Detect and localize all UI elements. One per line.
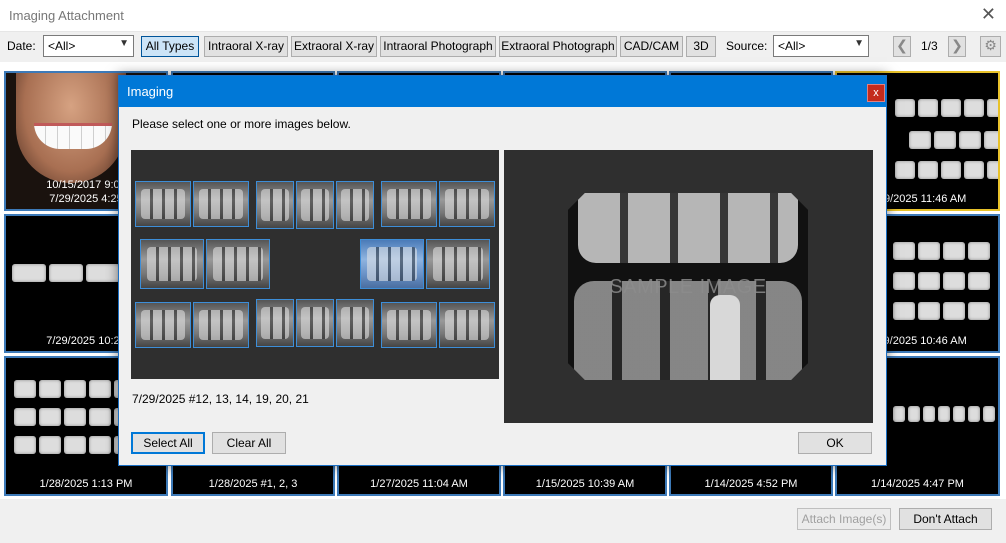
type-intraoral-xray-button[interactable]: Intraoral X-ray bbox=[204, 36, 288, 57]
tile-date: 1/14/2025 4:52 PM bbox=[704, 478, 798, 490]
image-preview-panel: SAMPLE IMAGE bbox=[504, 150, 873, 423]
filter-toolbar: Date: <All> ▼ All Types Intraoral X-ray … bbox=[0, 32, 1006, 62]
imaging-dialog: Imaging x Please select one or more imag… bbox=[118, 75, 887, 466]
prev-page-button[interactable]: ❮ bbox=[893, 36, 911, 57]
dialog-titlebar: Imaging x bbox=[119, 76, 886, 107]
sample-watermark: SAMPLE IMAGE bbox=[609, 276, 767, 298]
xray-preview: SAMPLE IMAGE bbox=[568, 193, 808, 380]
xray-thumbnail[interactable] bbox=[256, 181, 294, 229]
selected-image-caption: 7/29/2025 #12, 13, 14, 19, 20, 21 bbox=[132, 392, 309, 406]
tile-date: 1/15/2025 10:39 AM bbox=[535, 478, 635, 490]
close-icon: x bbox=[873, 87, 879, 99]
xray-thumbnail[interactable] bbox=[193, 181, 249, 227]
window-titlebar: Imaging Attachment ✕ bbox=[0, 0, 1006, 32]
date-select-value: <All> bbox=[48, 39, 76, 53]
window-title: Imaging Attachment bbox=[9, 8, 124, 23]
dialog-title: Imaging bbox=[127, 84, 174, 99]
xray-thumbnail[interactable] bbox=[381, 302, 437, 348]
xray-thumbnail-selected[interactable] bbox=[360, 239, 424, 289]
xray-thumbnail[interactable] bbox=[381, 181, 437, 227]
xray-thumbnail[interactable] bbox=[193, 302, 249, 348]
chevron-down-icon: ▼ bbox=[854, 38, 864, 49]
xray-thumbnail[interactable] bbox=[336, 181, 374, 229]
periapical-row bbox=[893, 406, 995, 422]
tile-date: 1/27/2025 11:04 AM bbox=[370, 478, 468, 490]
date-select[interactable]: <All> ▼ bbox=[43, 35, 134, 57]
xray-thumbnail[interactable] bbox=[426, 239, 490, 289]
close-icon[interactable]: ✕ bbox=[981, 4, 996, 25]
xray-thumbnail[interactable] bbox=[206, 239, 270, 289]
type-intraoral-photo-button[interactable]: Intraoral Photograph bbox=[380, 36, 496, 57]
gear-icon: ⚙ bbox=[984, 38, 997, 54]
chevron-down-icon: ▼ bbox=[119, 38, 129, 49]
dont-attach-button[interactable]: Don't Attach bbox=[899, 508, 992, 530]
type-3d-button[interactable]: 3D bbox=[686, 36, 716, 57]
next-page-button[interactable]: ❯ bbox=[948, 36, 966, 57]
fmx-row bbox=[893, 272, 990, 290]
source-select[interactable]: <All> ▼ bbox=[773, 35, 869, 57]
xray-mount bbox=[131, 150, 499, 379]
chevron-left-icon: ❮ bbox=[896, 38, 908, 54]
footer-bar: Attach Image(s) Don't Attach bbox=[0, 499, 1006, 543]
fmx-row bbox=[893, 302, 990, 320]
tile-date: 1/14/2025 4:47 PM bbox=[871, 478, 964, 490]
type-extraoral-xray-button[interactable]: Extraoral X-ray bbox=[291, 36, 377, 57]
xray-thumbnail[interactable] bbox=[135, 302, 191, 348]
xray-thumbnail[interactable] bbox=[256, 299, 294, 347]
settings-button[interactable]: ⚙ bbox=[980, 36, 1001, 57]
fmx-row bbox=[909, 131, 998, 149]
xray-thumbnail[interactable] bbox=[439, 302, 495, 348]
xray-thumbnail[interactable] bbox=[336, 299, 374, 347]
type-extraoral-photo-button[interactable]: Extraoral Photograph bbox=[499, 36, 617, 57]
tile-date: 1/28/2025 #1, 2, 3 bbox=[208, 478, 298, 490]
fmx-row bbox=[895, 161, 998, 179]
xray-thumbnail[interactable] bbox=[296, 299, 334, 347]
fmx-row bbox=[895, 99, 998, 117]
ok-button[interactable]: OK bbox=[798, 432, 872, 454]
type-cadcam-button[interactable]: CAD/CAM bbox=[620, 36, 683, 57]
chevron-right-icon: ❯ bbox=[951, 38, 963, 54]
xray-thumbnail[interactable] bbox=[135, 181, 191, 227]
attach-images-button[interactable]: Attach Image(s) bbox=[797, 508, 891, 530]
source-label: Source: bbox=[726, 39, 768, 53]
xray-thumbnail[interactable] bbox=[140, 239, 204, 289]
type-all-button[interactable]: All Types bbox=[141, 36, 199, 57]
xray-thumbnail[interactable] bbox=[439, 181, 495, 227]
select-all-button[interactable]: Select All bbox=[131, 432, 205, 454]
tile-date: 1/28/2025 1:13 PM bbox=[39, 478, 133, 490]
xray-thumbnail[interactable] bbox=[296, 181, 334, 229]
source-select-value: <All> bbox=[778, 39, 806, 53]
fmx-row bbox=[893, 242, 990, 260]
page-indicator: 1/3 bbox=[921, 39, 938, 53]
xray-upper-teeth bbox=[578, 193, 798, 263]
dialog-close-button[interactable]: x bbox=[867, 84, 885, 102]
date-label: Date: bbox=[7, 39, 36, 53]
xray-root-canal bbox=[710, 295, 740, 380]
clear-all-button[interactable]: Clear All bbox=[212, 432, 286, 454]
dialog-prompt: Please select one or more images below. bbox=[132, 117, 351, 131]
